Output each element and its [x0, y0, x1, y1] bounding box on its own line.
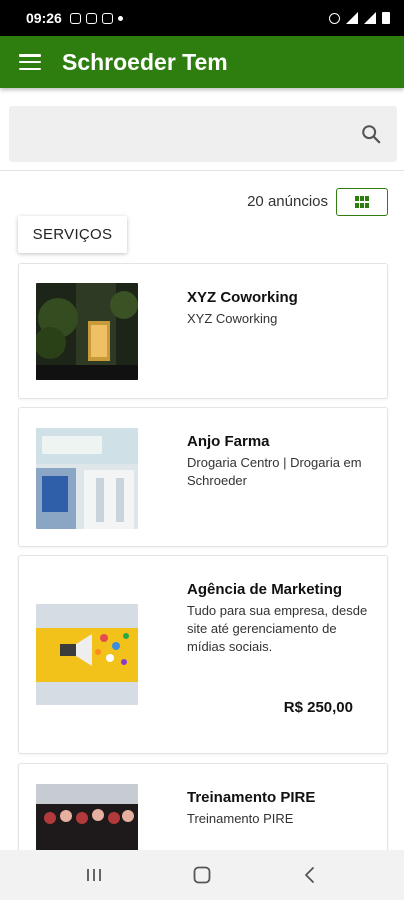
- more-notifications-icon: [117, 15, 123, 21]
- back-button[interactable]: [285, 855, 335, 895]
- listing-title: Anjo Farma: [187, 433, 270, 450]
- listing-image: [36, 283, 138, 380]
- back-icon: [305, 867, 314, 883]
- listing-image: [36, 784, 138, 854]
- category-chip-servicos[interactable]: SERVIÇOS: [18, 216, 127, 253]
- search-icon: [362, 125, 381, 144]
- app-title: Schroeder Tem: [62, 48, 228, 75]
- search-button[interactable]: [345, 106, 397, 162]
- alarm-icon: [329, 12, 340, 24]
- listing-title: XYZ Coworking: [187, 289, 298, 306]
- listing-card[interactable]: XYZ Coworking XYZ Coworking: [18, 263, 388, 399]
- search-bar: [9, 106, 397, 162]
- listing-price: R$ 250,00: [283, 699, 353, 716]
- recent-apps-icon: [87, 869, 101, 881]
- listing-title: Treinamento PIRE: [187, 789, 316, 806]
- listing-card[interactable]: Agência de Marketing Tudo para sua empre…: [18, 555, 388, 754]
- search-input[interactable]: [9, 106, 345, 162]
- listing-subtitle: Tudo para sua empresa, desde site até ge…: [187, 603, 368, 654]
- listing-image: [36, 428, 138, 529]
- results-count: 20 anúncios: [247, 193, 328, 210]
- instagram-icon-2: [85, 12, 97, 24]
- listing-subtitle: XYZ Coworking: [187, 311, 278, 326]
- status-time: 09:26: [26, 10, 62, 26]
- grid-view-icon: [355, 196, 369, 208]
- home-icon: [193, 866, 211, 884]
- listing-subtitle: Drogaria Centro | Drogaria em Schroeder: [187, 455, 362, 488]
- listing-title: Agência de Marketing: [187, 581, 343, 598]
- listing-image: [36, 604, 138, 705]
- wifi-icon: [346, 12, 358, 24]
- instagram-icon: [69, 12, 81, 24]
- app-bar: Schroeder Tem: [0, 36, 404, 88]
- listing-subtitle: Treinamento PIRE: [187, 811, 294, 826]
- gallery-icon: [101, 12, 113, 24]
- system-icons: [329, 12, 390, 24]
- status-bar: 09:26: [0, 0, 404, 36]
- grid-view-toggle[interactable]: [336, 188, 388, 216]
- signal-icon: [364, 12, 376, 24]
- battery-icon: [382, 12, 390, 24]
- system-navigation-bar: [0, 850, 404, 900]
- menu-icon: [19, 54, 41, 70]
- menu-button[interactable]: [0, 36, 60, 88]
- recent-apps-button[interactable]: [69, 855, 119, 895]
- home-button[interactable]: [177, 855, 227, 895]
- listing-card[interactable]: Treinamento PIRE Treinamento PIRE: [18, 763, 388, 863]
- notification-icons: [69, 12, 123, 24]
- divider: [0, 170, 404, 171]
- listing-card[interactable]: Anjo Farma Drogaria Centro | Drogaria em…: [18, 407, 388, 547]
